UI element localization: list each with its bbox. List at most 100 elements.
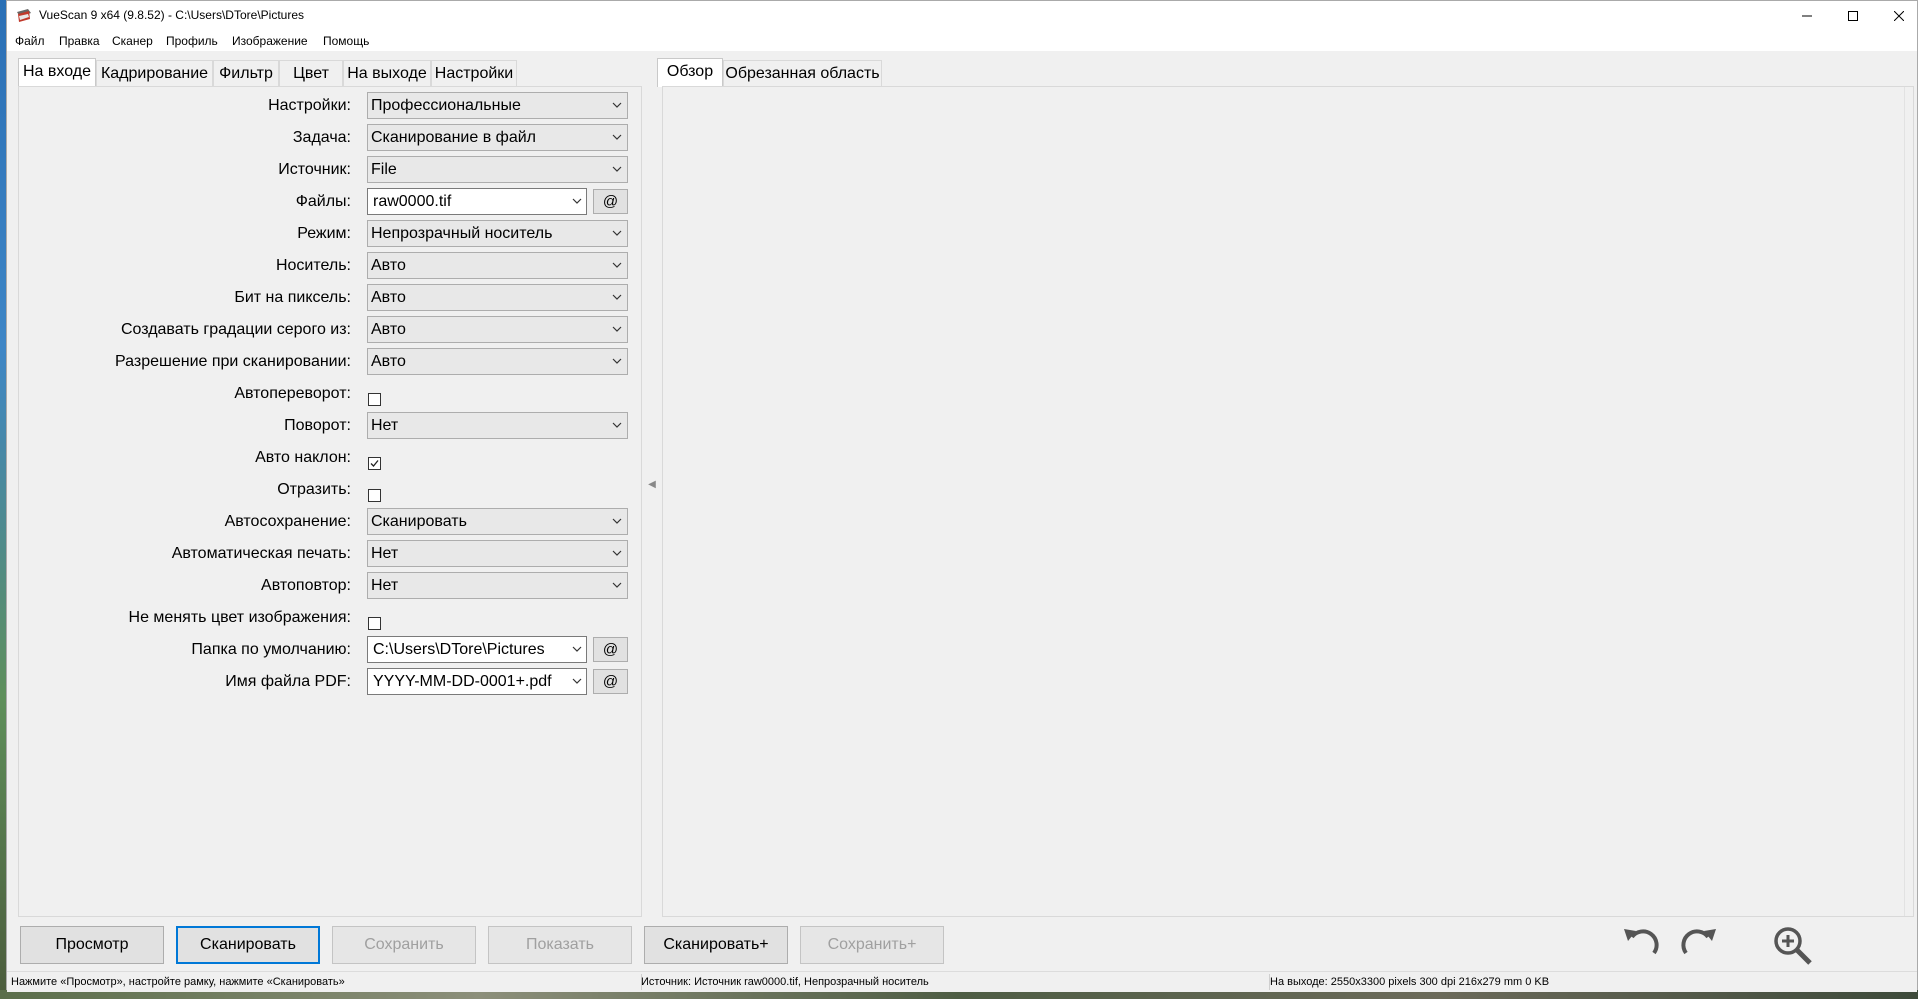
save-button[interactable]: Сохранить [332,926,476,964]
tab-crop[interactable]: Кадрирование [96,60,213,86]
mirror-label: Отразить: [277,481,351,498]
collapse-arrow-icon[interactable]: ◀ [642,479,662,490]
chevron-down-icon [612,262,622,268]
bits-value: Авто [371,289,406,306]
preview-panel[interactable] [662,86,1914,917]
pdfname-at-button[interactable]: @ [593,669,628,694]
source-select[interactable]: File [367,156,628,183]
autoflip-checkbox[interactable] [368,393,381,406]
chevron-down-icon [612,550,622,556]
folder-value: C:\Users\DTore\Pictures [373,641,545,658]
source-value: File [371,161,397,178]
status-output: На выходе: 2550x3300 pixels 300 dpi 216x… [1270,976,1550,988]
zoom-in-icon[interactable] [1770,923,1814,967]
resolution-select[interactable]: Авто [367,348,628,375]
tab-color[interactable]: Цвет [279,60,343,86]
autosave-select[interactable]: Сканировать [367,508,628,535]
mode-select[interactable]: Непрозрачный носитель [367,220,628,247]
resolution-label: Разрешение при сканировании: [115,353,351,370]
mirror-checkbox[interactable] [368,489,381,502]
chevron-down-icon [572,198,582,204]
save-plus-button[interactable]: Сохранить+ [800,926,944,964]
status-source: Источник: Источник raw0000.tif, Непрозра… [641,976,929,988]
rotate-select[interactable]: Нет [367,412,628,439]
pdfname-label: Имя файла PDF: [225,673,351,690]
menu-bar: Файл Правка Сканер Профиль Изображение П… [7,31,1917,51]
gray-label: Создавать градации серого из: [120,321,351,338]
checkmark-icon [370,460,379,467]
menu-profile[interactable]: Профиль [166,34,218,48]
status-bar: Нажмите «Просмотр», настройте рамку, наж… [7,971,1917,992]
preview-button[interactable]: Просмотр [20,926,164,964]
close-button[interactable] [1876,1,1918,31]
tab-scan-area[interactable]: Обрезанная область [723,60,882,86]
minimize-button[interactable] [1784,1,1830,31]
mode-value: Непрозрачный носитель [371,225,553,242]
keepcolor-checkbox[interactable] [368,617,381,630]
chevron-down-icon [612,422,622,428]
autorepeat-select[interactable]: Нет [367,572,628,599]
minimize-icon [1802,15,1812,17]
autoflip-label: Автопереворот: [234,385,351,402]
vuescan-window: VueScan 9 x64 (9.8.52) - C:\Users\DTore\… [6,0,1918,992]
chevron-down-icon [612,294,622,300]
window-title: VueScan 9 x64 (9.8.52) - C:\Users\DTore\… [39,8,304,22]
chevron-down-icon [612,134,622,140]
task-label: Задача: [292,129,351,146]
rotate-value: Нет [371,417,399,434]
chevron-down-icon [612,102,622,108]
rotate-left-icon[interactable] [1618,923,1662,967]
mode-label: Режим: [297,225,351,242]
files-combo[interactable]: raw0000.tif [367,188,587,215]
resolution-value: Авто [371,353,406,370]
autoprint-label: Автоматическая печать: [171,545,351,562]
settings-label: Настройки: [268,97,351,114]
menu-scanner[interactable]: Сканер [112,34,153,48]
autosave-value: Сканировать [371,513,467,530]
task-select[interactable]: Сканирование в файл [367,124,628,151]
chevron-down-icon [572,646,582,652]
show-button[interactable]: Показать [488,926,632,964]
bits-select[interactable]: Авто [367,284,628,311]
gray-value: Авто [371,321,406,338]
files-at-button[interactable]: @ [593,189,628,214]
files-label: Файлы: [295,193,351,210]
tab-output[interactable]: На выходе [343,60,431,86]
folder-at-button[interactable]: @ [593,637,628,662]
rotate-right-icon[interactable] [1678,923,1722,967]
autorepeat-label: Автоповтор: [261,577,351,594]
scan-plus-button[interactable]: Сканировать+ [644,926,788,964]
media-select[interactable]: Авто [367,252,628,279]
files-value: raw0000.tif [373,193,452,210]
autoprint-value: Нет [371,545,399,562]
settings-select[interactable]: Профессиональные [367,92,628,119]
tab-filter[interactable]: Фильтр [213,60,279,86]
tab-preview[interactable]: Обзор [657,58,723,87]
media-value: Авто [371,257,406,274]
autoprint-select[interactable]: Нет [367,540,628,567]
bits-label: Бит на пиксель: [234,289,351,306]
menu-file[interactable]: Файл [15,34,45,48]
keepcolor-label: Не менять цвет изображения: [128,609,351,626]
preview-scrollbar[interactable] [1904,87,1911,916]
menu-edit[interactable]: Правка [59,34,100,48]
folder-combo[interactable]: C:\Users\DTore\Pictures [367,636,587,663]
menu-image[interactable]: Изображение [232,34,308,48]
gray-select[interactable]: Авто [367,316,628,343]
chevron-down-icon [612,358,622,364]
maximize-icon [1848,11,1858,21]
autorepeat-value: Нет [371,577,399,594]
autoskew-checkbox[interactable] [368,457,381,470]
scan-button[interactable]: Сканировать [176,926,320,964]
autosave-label: Автосохранение: [224,513,351,530]
maximize-button[interactable] [1830,1,1876,31]
media-label: Носитель: [275,257,351,274]
autoskew-label: Авто наклон: [255,449,351,466]
tab-input[interactable]: На входе [18,58,96,87]
pdfname-value: YYYY-MM-DD-0001+.pdf [373,673,552,690]
pdfname-combo[interactable]: YYYY-MM-DD-0001+.pdf [367,668,587,695]
source-label: Источник: [278,161,351,178]
tab-prefs[interactable]: Настройки [431,60,517,86]
chevron-down-icon [612,166,622,172]
menu-help[interactable]: Помощь [323,34,369,48]
